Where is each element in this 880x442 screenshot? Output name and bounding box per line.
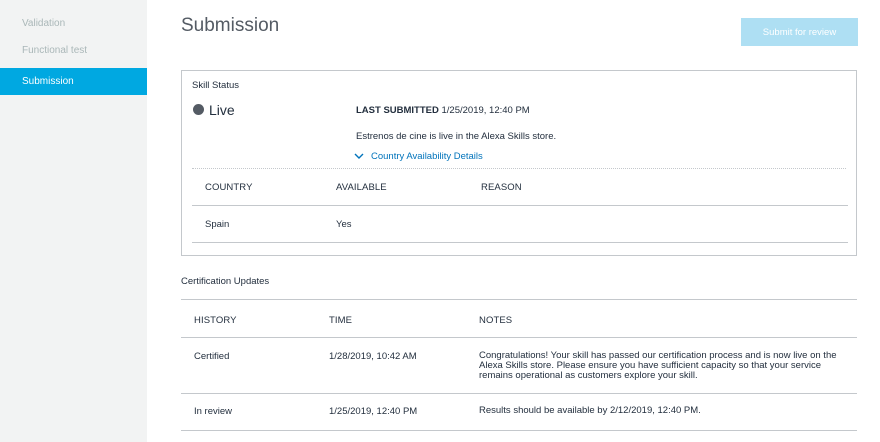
country-column-header: COUNTRY: [205, 182, 253, 193]
page-title: Submission: [181, 15, 280, 36]
time-column-header: TIME: [329, 315, 353, 326]
country-availability-label: Country Availability Details: [371, 151, 483, 162]
certification-updates-heading: Certification Updates: [181, 276, 270, 287]
submit-for-review-button[interactable]: Submit for review: [741, 18, 858, 46]
notes-cell: Congratulations! Your skill has passed o…: [479, 350, 837, 381]
country-availability-toggle[interactable]: Country Availability Details: [354, 151, 483, 162]
history-cell: In review: [194, 406, 233, 417]
divider: [192, 168, 846, 169]
chevron-down-icon: [354, 153, 364, 159]
available-cell: Yes: [336, 219, 352, 230]
status-value: Live: [209, 102, 235, 118]
skill-status-heading: Skill Status: [192, 80, 239, 91]
sidebar-item-functional-test[interactable]: Functional test: [0, 39, 147, 63]
main-content: Submission Submit for review Skill Statu…: [147, 0, 880, 442]
country-cell: Spain: [205, 219, 230, 230]
last-submitted-label: LAST SUBMITTED: [356, 105, 439, 116]
table-row-divider: [181, 337, 857, 338]
sidebar: Validation Functional test Submission: [0, 0, 147, 442]
skill-status-panel: Skill Status Live LAST SUBMITTED 1/25/20…: [181, 70, 857, 256]
last-submitted: LAST SUBMITTED 1/25/2019, 12:40 PM: [356, 105, 530, 116]
status-message: Estrenos de cine is live in the Alexa Sk…: [356, 131, 557, 142]
table-row-divider: [181, 393, 857, 394]
history-column-header: HISTORY: [194, 315, 237, 326]
status-dot-icon: [193, 104, 204, 115]
notes-column-header: NOTES: [479, 315, 513, 326]
table-row-divider: [181, 430, 857, 431]
table-row-divider: [192, 242, 848, 243]
last-submitted-value: 1/25/2019, 12:40 PM: [441, 105, 530, 116]
sidebar-item-submission[interactable]: Submission: [0, 68, 147, 95]
reason-column-header: REASON: [481, 182, 522, 193]
sidebar-item-validation[interactable]: Validation: [0, 12, 147, 36]
history-cell: Certified: [194, 351, 230, 362]
notes-cell: Results should be available by 2/12/2019…: [479, 405, 701, 416]
time-cell: 1/28/2019, 10:42 AM: [329, 351, 417, 362]
table-row-divider: [192, 205, 848, 206]
available-column-header: AVAILABLE: [336, 182, 387, 193]
table-top-border: [181, 299, 857, 300]
time-cell: 1/25/2019, 12:40 PM: [329, 406, 418, 417]
